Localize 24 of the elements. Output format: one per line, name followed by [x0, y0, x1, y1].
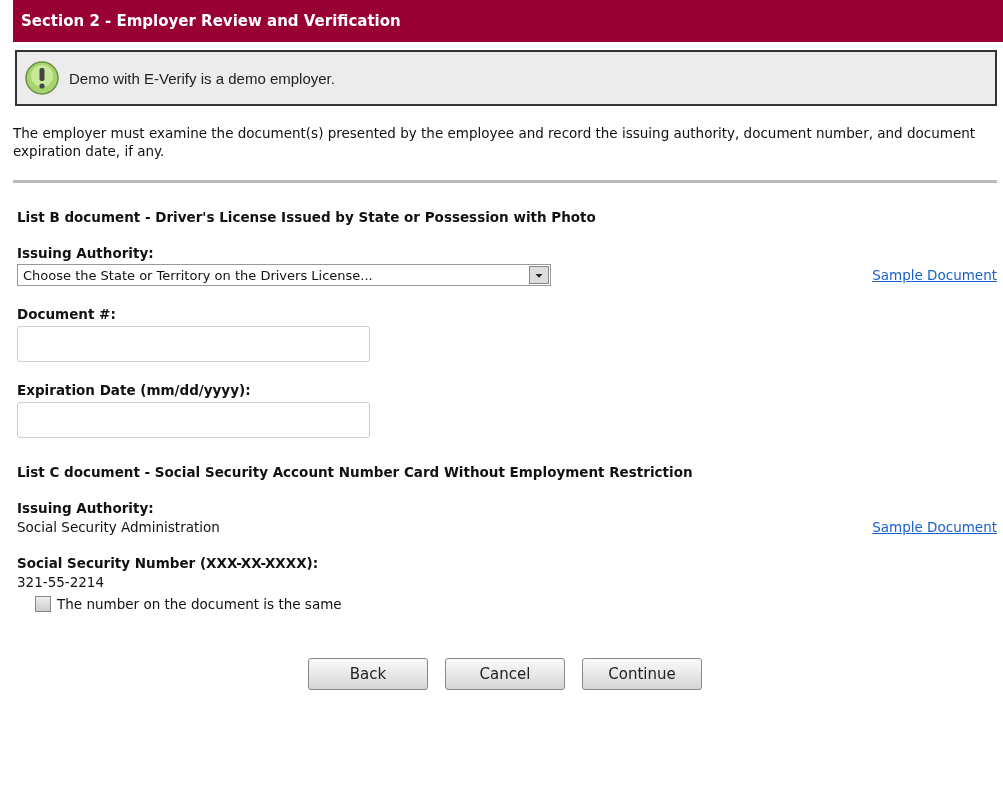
instructions-text: The employer must examine the document(s) presented by the employee and record the issuing authority, document number, and document expiration date, if any. — [13, 124, 977, 160]
field-value: Social Security Administration — [17, 519, 220, 535]
sample-document-link[interactable]: Sample Document — [872, 519, 997, 535]
field-label: Expiration Date (mm/dd/yyyy): — [17, 382, 252, 398]
section-title: Section 2 - Employer Review and Verification — [13, 0, 1003, 42]
notice-text: Demo with E-Verify is a demo employer. — [69, 69, 335, 87]
nav-button[interactable]: Continue — [582, 658, 702, 690]
input-field[interactable] — [17, 402, 370, 438]
section-heading: List B document - Driver's License Issued by State or Possession with Photo — [17, 209, 597, 225]
field-label: Document #: — [17, 306, 117, 322]
field-value: 321-55-2214 — [17, 574, 105, 590]
nav-button[interactable]: Cancel — [445, 658, 565, 690]
caret-icon — [529, 266, 549, 284]
field-label: Issuing Authority: — [17, 245, 155, 261]
field-label: Issuing Authority: — [17, 500, 155, 516]
checkbox-label: The number on the document is the same — [57, 596, 342, 612]
input-field[interactable] — [17, 326, 370, 362]
field-label: Social Security Number (XXX-XX-XXXX): — [17, 555, 320, 571]
state-dropdown[interactable]: Choose the State or Territory on the Drivers License... — [17, 264, 551, 286]
nav-button[interactable]: Back — [308, 658, 428, 690]
section-heading: List C document - Social Security Account Number Card Without Employment Restriction — [17, 464, 694, 480]
sample-document-link[interactable]: Sample Document — [872, 267, 997, 283]
checkbox[interactable] — [35, 596, 51, 612]
exclamation-icon — [25, 61, 59, 95]
